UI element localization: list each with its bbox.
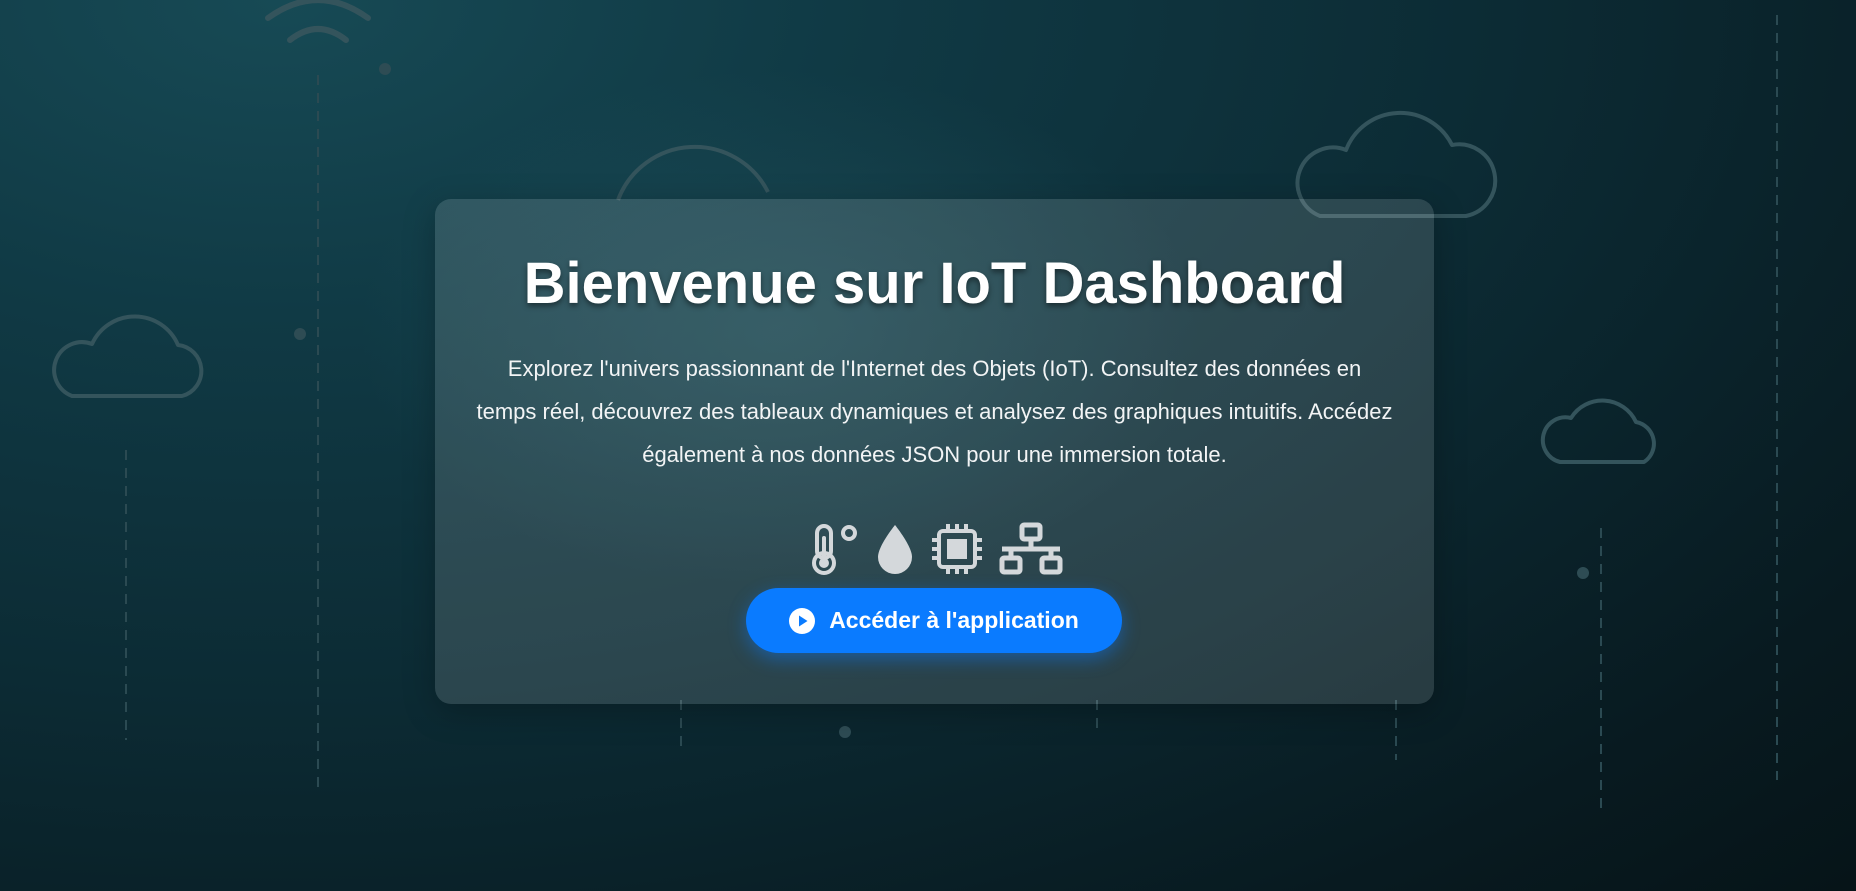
play-circle-icon [789, 607, 816, 634]
wifi-icon [265, 0, 371, 43]
feature-icons [435, 519, 1434, 579]
page-title: Bienvenue sur IoT Dashboard [523, 251, 1346, 316]
network-icon [998, 522, 1064, 576]
access-app-label: Accéder à l'application [829, 607, 1079, 633]
intro-description: Explorez l'univers passionnant de l'Inte… [476, 356, 1393, 467]
welcome-card: Bienvenue sur IoT Dashboard Explorez l'u… [435, 199, 1434, 704]
cloud-icon [1540, 398, 1656, 464]
microchip-icon [930, 522, 984, 576]
access-app-button[interactable]: Accéder à l'application [746, 588, 1122, 653]
cloud-icon [52, 314, 204, 398]
water-drop-icon [874, 522, 916, 576]
temperature-icon [806, 522, 860, 576]
